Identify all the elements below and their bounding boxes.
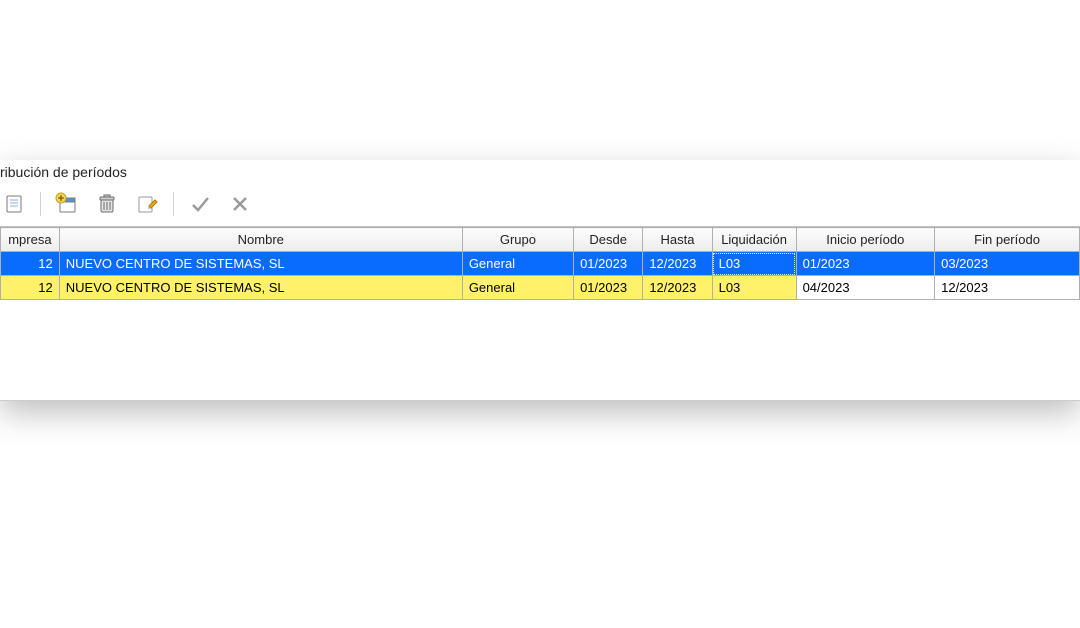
cell-nombre[interactable]: NUEVO CENTRO DE SISTEMAS, SL xyxy=(59,276,462,300)
cell-fin[interactable]: 12/2023 xyxy=(935,276,1080,300)
cell-inicio[interactable]: 01/2023 xyxy=(796,252,935,276)
add-icon xyxy=(55,192,79,216)
trash-icon xyxy=(95,192,119,216)
cell-desde[interactable]: 01/2023 xyxy=(574,276,643,300)
cell-hasta[interactable]: 12/2023 xyxy=(643,276,712,300)
delete-button[interactable] xyxy=(93,190,121,218)
generic-button[interactable] xyxy=(0,190,28,218)
col-header-grupo[interactable]: Grupo xyxy=(462,228,573,252)
periods-table[interactable]: mpresa Nombre Grupo Desde Hasta Liquidac… xyxy=(0,227,1080,300)
confirm-button[interactable] xyxy=(186,190,214,218)
col-header-inicio[interactable]: Inicio período xyxy=(796,228,935,252)
cell-hasta[interactable]: 12/2023 xyxy=(643,252,712,276)
cell-grupo[interactable]: General xyxy=(462,252,573,276)
cell-fin[interactable]: 03/2023 xyxy=(935,252,1080,276)
x-icon xyxy=(229,193,251,215)
cell-liquidacion[interactable]: L03 xyxy=(712,252,796,276)
edit-button[interactable] xyxy=(133,190,161,218)
cell-liquidacion[interactable]: L03 xyxy=(712,276,796,300)
col-header-hasta[interactable]: Hasta xyxy=(643,228,712,252)
toolbar-divider xyxy=(40,192,41,216)
cell-empresa[interactable]: 12 xyxy=(1,252,60,276)
toolbar xyxy=(0,186,1080,227)
cell-desde[interactable]: 01/2023 xyxy=(574,252,643,276)
col-header-desde[interactable]: Desde xyxy=(574,228,643,252)
cell-empresa[interactable]: 12 xyxy=(1,276,60,300)
periods-distribution-window: ribución de períodos xyxy=(0,160,1080,401)
cancel-button[interactable] xyxy=(226,190,254,218)
add-button[interactable] xyxy=(53,190,81,218)
window-title: ribución de períodos xyxy=(0,160,1080,186)
check-icon xyxy=(189,193,211,215)
table-header-row: mpresa Nombre Grupo Desde Hasta Liquidac… xyxy=(1,228,1080,252)
toolbar-divider xyxy=(173,192,174,216)
col-header-fin[interactable]: Fin período xyxy=(935,228,1080,252)
col-header-nombre[interactable]: Nombre xyxy=(59,228,462,252)
col-header-liquidacion[interactable]: Liquidación xyxy=(712,228,796,252)
cell-grupo[interactable]: General xyxy=(462,276,573,300)
table-row[interactable]: 12 NUEVO CENTRO DE SISTEMAS, SL General … xyxy=(1,252,1080,276)
cell-inicio[interactable]: 04/2023 xyxy=(796,276,935,300)
document-icon xyxy=(3,193,25,215)
col-header-empresa[interactable]: mpresa xyxy=(1,228,60,252)
table-row[interactable]: 12 NUEVO CENTRO DE SISTEMAS, SL General … xyxy=(1,276,1080,300)
title-text: ribución de períodos xyxy=(0,164,127,180)
cell-nombre[interactable]: NUEVO CENTRO DE SISTEMAS, SL xyxy=(59,252,462,276)
pencil-icon xyxy=(135,192,159,216)
